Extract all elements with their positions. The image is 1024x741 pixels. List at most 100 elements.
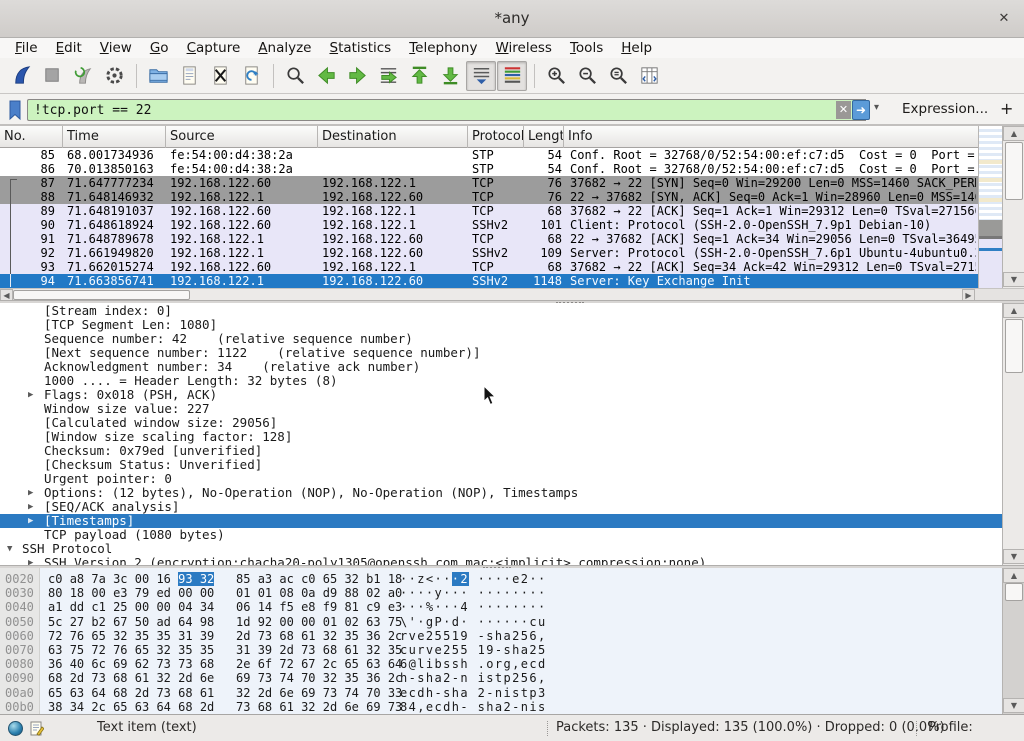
- go-forward-icon[interactable]: [342, 61, 372, 91]
- column-header-info[interactable]: Info: [564, 126, 978, 148]
- hex-bytes[interactable]: 32 2d 6e 69 73 74 70 33: [236, 686, 402, 700]
- scroll-down-icon[interactable]: ▼: [1003, 698, 1024, 713]
- reload-file-icon[interactable]: [236, 61, 266, 91]
- colorize-icon[interactable]: [497, 61, 527, 91]
- menu-item-tools[interactable]: Tools: [561, 38, 612, 58]
- scroll-up-icon[interactable]: ▲: [1003, 303, 1024, 318]
- stop-capture-icon[interactable]: [37, 61, 67, 91]
- expression-button[interactable]: Expression...: [902, 94, 988, 124]
- zoom-original-icon[interactable]: [603, 61, 633, 91]
- hex-bytes[interactable]: 73 68 61 32 2d 6e 69 73: [236, 700, 402, 714]
- hex-bytes[interactable]: c0 a8 7a 3c 00 16 93 32: [48, 572, 214, 586]
- packet-row-86[interactable]: 8670.013850163fe:54:00:d4:38:2aSTP54Conf…: [0, 162, 978, 176]
- packet-row-89[interactable]: 8971.648191037192.168.122.60192.168.122.…: [0, 204, 978, 218]
- menu-item-statistics[interactable]: Statistics: [320, 38, 400, 58]
- detail-line[interactable]: Sequence number: 42 (relative sequence n…: [0, 332, 1002, 346]
- display-filter-input[interactable]: [27, 99, 866, 121]
- detail-line[interactable]: [Calculated window size: 29056]: [0, 416, 1002, 430]
- expander-closed-icon[interactable]: ▶: [28, 388, 33, 402]
- expander-closed-icon[interactable]: ▶: [28, 514, 33, 528]
- hex-bytes[interactable]: 65 63 64 68 2d 73 68 61: [48, 686, 214, 700]
- capture-comment-icon[interactable]: [30, 721, 44, 740]
- hex-bytes[interactable]: 63 75 72 76 65 32 35 35: [48, 643, 214, 657]
- packet-row-92[interactable]: 9271.661949820192.168.122.1192.168.122.6…: [0, 246, 978, 260]
- hex-ascii[interactable]: ····y··· ········: [400, 586, 547, 600]
- hex-bytes[interactable]: 80 18 00 e3 79 ed 00 00: [48, 586, 214, 600]
- detail-line[interactable]: Acknowledgment number: 34 (relative ack …: [0, 360, 1002, 374]
- hex-bytes[interactable]: 69 73 74 70 32 35 36 2c: [236, 671, 402, 685]
- scrollbar-thumb[interactable]: [13, 290, 190, 300]
- filter-clear-icon[interactable]: ✕: [836, 101, 851, 119]
- hex-bytes[interactable]: 36 40 6c 69 62 73 73 68: [48, 657, 214, 671]
- details-scrollbar[interactable]: ▲ ▼: [1002, 303, 1024, 565]
- column-header-time[interactable]: Time: [63, 126, 166, 148]
- scrollbar-thumb[interactable]: [1005, 142, 1023, 200]
- detail-line[interactable]: ▶[Timestamps]: [0, 514, 1002, 528]
- detail-line[interactable]: [Stream index: 0]: [0, 304, 1002, 318]
- detail-line[interactable]: ▶[SEQ/ACK analysis]: [0, 500, 1002, 514]
- hex-row-0050[interactable]: 00505c 27 b2 67 50 ad 64 981d 92 00 00 0…: [0, 615, 1002, 629]
- close-file-icon[interactable]: [205, 61, 235, 91]
- detail-line[interactable]: 1000 .... = Header Length: 32 bytes (8): [0, 374, 1002, 388]
- hex-bytes[interactable]: 85 a3 ac c0 65 32 b1 18: [236, 572, 402, 586]
- packet-list-scrollbar[interactable]: ▲ ▼: [1002, 126, 1024, 288]
- hex-bytes[interactable]: 2d 73 68 61 32 35 36 2c: [236, 629, 402, 643]
- expert-info-icon[interactable]: [8, 721, 23, 736]
- detail-line[interactable]: Checksum: 0x79ed [unverified]: [0, 444, 1002, 458]
- menu-item-view[interactable]: View: [91, 38, 141, 58]
- detail-line[interactable]: ▶Options: (12 bytes), No-Operation (NOP)…: [0, 486, 1002, 500]
- column-header-length[interactable]: Length: [524, 126, 564, 148]
- column-header-protocol[interactable]: Protocol: [468, 126, 524, 148]
- zoom-in-icon[interactable]: [541, 61, 571, 91]
- hex-row-0070[interactable]: 007063 75 72 76 65 32 35 3531 39 2d 73 6…: [0, 643, 1002, 657]
- detail-line[interactable]: ▶Flags: 0x018 (PSH, ACK): [0, 388, 1002, 402]
- detail-line[interactable]: [Checksum Status: Unverified]: [0, 458, 1002, 472]
- hex-ascii[interactable]: h-sha2-n istp256,: [400, 671, 547, 685]
- hex-bytes[interactable]: 68 2d 73 68 61 32 2d 6e: [48, 671, 214, 685]
- packet-row-90[interactable]: 9071.648618924192.168.122.60192.168.122.…: [0, 218, 978, 232]
- hex-bytes[interactable]: 1d 92 00 00 01 02 63 75: [236, 615, 402, 629]
- detail-line[interactable]: TCP payload (1080 bytes): [0, 528, 1002, 542]
- hex-bytes[interactable]: 72 76 65 32 35 35 31 39: [48, 629, 214, 643]
- hex-ascii[interactable]: ecdh-sha 2-nistp3: [400, 686, 547, 700]
- detail-line[interactable]: Urgent pointer: 0: [0, 472, 1002, 486]
- hex-ascii[interactable]: ···%···4 ········: [400, 600, 547, 614]
- packet-minimap[interactable]: [978, 126, 1002, 288]
- scroll-down-icon[interactable]: ▼: [1003, 549, 1024, 564]
- menu-item-help[interactable]: Help: [612, 38, 661, 58]
- menu-item-capture[interactable]: Capture: [178, 38, 250, 58]
- hex-ascii[interactable]: curve255 19-sha25: [400, 643, 547, 657]
- bookmark-icon[interactable]: [5, 99, 25, 121]
- menu-item-wireless[interactable]: Wireless: [486, 38, 561, 58]
- packet-row-85[interactable]: 8568.001734936fe:54:00:d4:38:2aSTP54Conf…: [0, 148, 978, 162]
- scrollbar-thumb[interactable]: [1005, 319, 1023, 373]
- filter-dropdown-caret-icon[interactable]: ▾: [874, 102, 879, 113]
- hex-row-0080[interactable]: 008036 40 6c 69 62 73 73 682e 6f 72 67 2…: [0, 657, 1002, 671]
- packet-row-93[interactable]: 9371.662015274192.168.122.60192.168.122.…: [0, 260, 978, 274]
- hex-bytes[interactable]: 2e 6f 72 67 2c 65 63 64: [236, 657, 402, 671]
- packet-row-88[interactable]: 8871.648146932192.168.122.1192.168.122.6…: [0, 190, 978, 204]
- go-first-icon[interactable]: [404, 61, 434, 91]
- hex-row-0020[interactable]: 0020c0 a8 7a 3c 00 16 93 3285 a3 ac c0 6…: [0, 572, 1002, 586]
- expander-closed-icon[interactable]: ▶: [28, 556, 33, 565]
- expander-open-icon[interactable]: ▼: [7, 542, 12, 556]
- save-file-icon[interactable]: [174, 61, 204, 91]
- close-icon[interactable]: ✕: [994, 9, 1014, 29]
- packet-row-91[interactable]: 9171.648789678192.168.122.1192.168.122.6…: [0, 232, 978, 246]
- open-file-icon[interactable]: [143, 61, 173, 91]
- hex-row-0040[interactable]: 0040a1 dd c1 25 00 00 04 3406 14 f5 e8 f…: [0, 600, 1002, 614]
- detail-line[interactable]: ▼SSH Protocol: [0, 542, 1002, 556]
- menu-item-analyze[interactable]: Analyze: [249, 38, 320, 58]
- hex-bytes[interactable]: 06 14 f5 e8 f9 81 c9 e3: [236, 600, 402, 614]
- hex-ascii[interactable]: 84,ecdh- sha2-nis: [400, 700, 547, 714]
- hex-bytes[interactable]: 5c 27 b2 67 50 ad 64 98: [48, 615, 214, 629]
- go-to-packet-icon[interactable]: [373, 61, 403, 91]
- hex-ascii[interactable]: ··z<···2 ····e2··: [400, 572, 547, 586]
- detail-line[interactable]: [Next sequence number: 1122 (relative se…: [0, 346, 1002, 360]
- packet-list-hscrollbar[interactable]: ◀ ▶: [0, 288, 975, 300]
- hex-ascii[interactable]: rve25519 -sha256,: [400, 629, 547, 643]
- capture-options-icon[interactable]: [99, 61, 129, 91]
- add-filter-button[interactable]: +: [1000, 94, 1013, 124]
- resize-columns-icon[interactable]: [634, 61, 664, 91]
- column-header-no[interactable]: No.: [0, 126, 63, 148]
